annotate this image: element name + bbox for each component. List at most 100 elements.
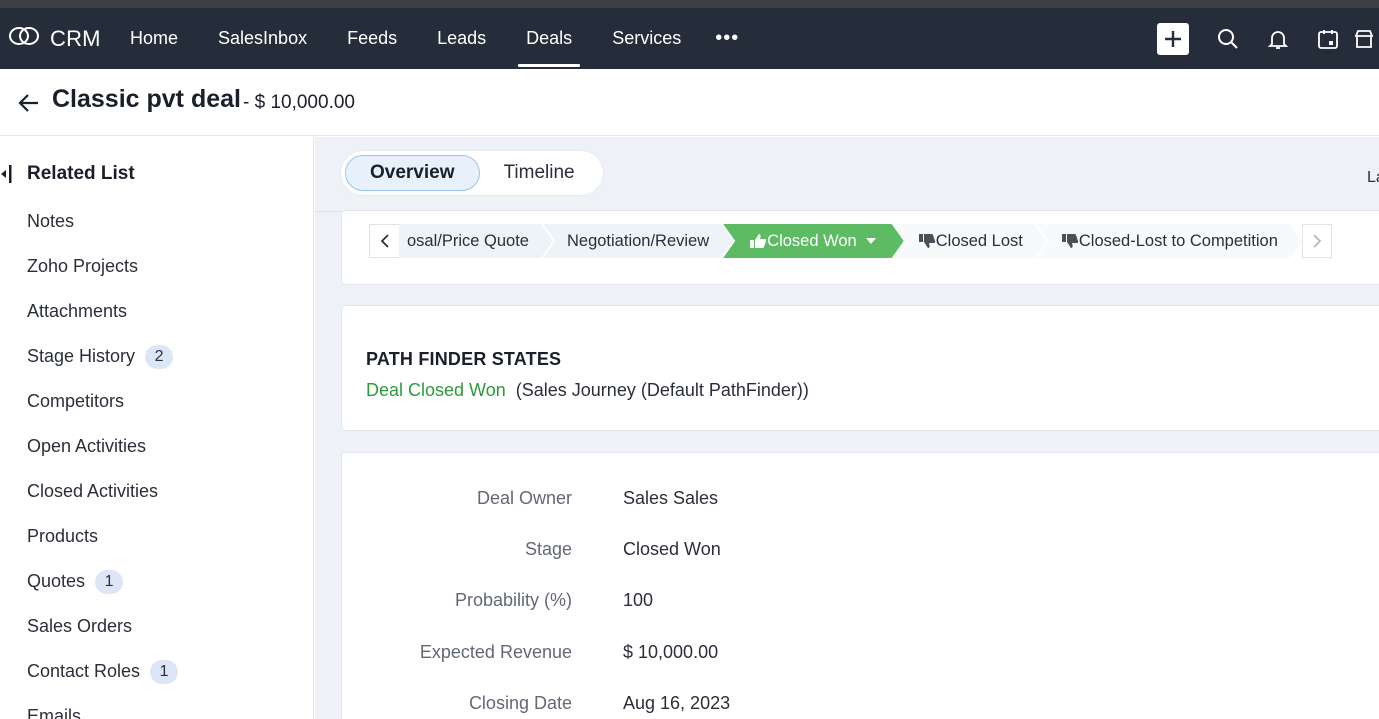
deal-details-card: Deal Owner Sales Sales Stage Closed Won Prob… — [341, 452, 1379, 719]
stage-closed-lost-to-competition[interactable]: Closed-Lost to Competition — [1037, 224, 1302, 258]
sidebar-item-label: Sales Orders — [27, 616, 133, 636]
sidebar-item-label: Attachments — [27, 301, 128, 321]
sidebar-item-products[interactable]: Products — [27, 514, 178, 559]
sidebar-item-closed-activities[interactable]: Closed Activities — [27, 469, 178, 514]
back-arrow-icon — [18, 94, 38, 112]
stage-closed-lost[interactable]: Closed Lost — [894, 224, 1047, 258]
sidebar-item-zoho-projects[interactable]: Zoho Projects — [27, 244, 178, 289]
related-list-header: Related List — [0, 161, 135, 187]
calendar-button[interactable] — [1303, 8, 1353, 69]
related-list-sidebar: Related List Notes Zoho Projects Attachmen… — [0, 137, 314, 719]
collapse-icon — [1, 165, 12, 183]
window-top-strip — [0, 0, 1379, 8]
tab-overview[interactable]: Overview — [345, 155, 480, 191]
collapse-sidebar-button[interactable] — [0, 163, 14, 185]
sidebar-item-emails[interactable]: Emails — [27, 694, 178, 719]
field-label: Deal Owner — [476, 488, 572, 508]
nav-item-deals[interactable]: Deals — [506, 8, 592, 69]
stage-osal-price-quote[interactable]: osal/Price Quote — [399, 224, 553, 258]
field-value[interactable]: Sales Sales — [623, 488, 718, 509]
plus-icon — [1165, 30, 1181, 47]
stage-label: Negotiation/Review — [566, 231, 710, 250]
record-header: Classic pvt deal - $ 10,000.00 — [0, 69, 1379, 136]
search-icon — [1218, 28, 1238, 49]
sidebar-item-label: Products — [27, 526, 99, 546]
stage-label: Closed-Lost to Competition — [1078, 231, 1278, 250]
sidebar-item-label: Closed Activities — [27, 481, 159, 501]
sidebar-item-attachments[interactable]: Attachments — [27, 289, 178, 334]
count-badge: 1 — [150, 659, 179, 684]
truncated-edge-text: La — [1367, 169, 1379, 186]
nav-item-services[interactable]: Services — [592, 8, 701, 69]
chevron-down-icon[interactable] — [866, 238, 876, 244]
sidebar-item-open-activities[interactable]: Open Activities — [27, 424, 178, 469]
sidebar-item-notes[interactable]: Notes — [27, 199, 178, 244]
pathfinder-state-line: Deal Closed Won (Sales Journey (Default … — [366, 380, 809, 401]
record-amount: - $ 10,000.00 — [243, 92, 355, 113]
field-value[interactable]: Closed Won — [623, 539, 721, 560]
sidebar-item-stage-history[interactable]: Stage History 2 — [27, 334, 178, 379]
field-row-deal-owner: Deal Owner Sales Sales — [342, 488, 1379, 518]
related-list-title: Related List — [27, 163, 135, 184]
count-badge: 1 — [95, 569, 124, 594]
stage-path: osal/Price Quote Negotiation/Review Closed… — [369, 224, 1332, 258]
marketplace-button[interactable] — [1353, 8, 1379, 69]
main-content: OverviewTimeline La osal/Price Quote Nego… — [315, 137, 1379, 719]
thumbs-down-icon — [1061, 233, 1079, 249]
nav-item-feeds[interactable]: Feeds — [327, 8, 417, 69]
nav-item-salesinbox[interactable]: SalesInbox — [198, 8, 327, 69]
sidebar-item-label: Stage History — [27, 346, 136, 366]
sidebar-item-label: Zoho Projects — [27, 256, 139, 276]
crm-logo[interactable]: CRM — [8, 8, 101, 69]
tabs-bar: OverviewTimeline La — [315, 137, 1379, 212]
stage-path-card: osal/Price Quote Negotiation/Review Closed… — [341, 210, 1379, 285]
field-row-probability: Probability (%) 100 — [342, 590, 1379, 620]
bell-icon — [1267, 30, 1289, 49]
field-label: Probability (%) — [454, 590, 572, 610]
chevron-left-icon — [380, 234, 389, 248]
sidebar-item-contact-roles[interactable]: Contact Roles 1 — [27, 649, 179, 694]
sidebar-item-sales-orders[interactable]: Sales Orders — [27, 604, 178, 649]
field-value[interactable]: 100 — [623, 590, 653, 611]
top-navbar: CRM Home SalesInbox Feeds Leads Deals Service… — [0, 8, 1379, 69]
stage-label: osal/Price Quote — [407, 231, 529, 250]
nav-more-button[interactable]: ••• — [701, 8, 753, 69]
nav-item-leads[interactable]: Leads — [417, 8, 506, 69]
sidebar-item-quotes[interactable]: Quotes 1 — [27, 559, 178, 604]
stage-closed-won[interactable]: Closed Won — [723, 224, 904, 258]
navbar-actions — [1157, 8, 1379, 69]
calendar-icon — [1318, 29, 1338, 49]
field-row-expected-revenue: Expected Revenue $ 10,000.00 — [342, 642, 1379, 672]
sidebar-item-label: Competitors — [27, 391, 125, 411]
count-badge: 2 — [145, 344, 174, 369]
crm-brand-text: CRM — [50, 25, 101, 51]
pathfinder-card: PATH FINDER STATES Deal Closed Won (Sale… — [341, 305, 1379, 431]
stage-label: Closed Won — [767, 231, 857, 250]
back-button[interactable] — [14, 88, 44, 118]
sidebar-item-competitors[interactable]: Competitors — [27, 379, 178, 424]
stage-negotiation-review[interactable]: Negotiation/Review — [543, 224, 733, 258]
pathfinder-title: PATH FINDER STATES — [366, 349, 562, 369]
stage-next-button[interactable] — [1301, 224, 1332, 258]
record-title: Classic pvt deal — [52, 85, 241, 113]
search-button[interactable] — [1203, 8, 1253, 69]
create-button[interactable] — [1157, 22, 1189, 55]
nav-item-home[interactable]: Home — [110, 8, 198, 69]
tab-timeline[interactable]: Timeline — [480, 155, 599, 191]
stage-prev-button[interactable] — [369, 224, 399, 258]
view-tabs: Overview Timeline — [341, 151, 603, 195]
field-value[interactable]: Aug 16, 2023 — [623, 693, 730, 714]
pathfinder-state[interactable]: Deal Closed Won — [366, 380, 506, 400]
stage-label: Closed Lost — [935, 231, 1023, 250]
field-label: Closing Date — [468, 693, 572, 713]
thumbs-down-icon — [918, 233, 936, 249]
chevron-right-icon — [1313, 234, 1322, 248]
sidebar-item-label: Emails — [27, 706, 82, 719]
notifications-button[interactable] — [1253, 8, 1303, 69]
sidebar-item-label: Quotes — [27, 571, 86, 591]
sidebar-item-label: Notes — [27, 211, 75, 231]
thumbs-up-icon — [749, 233, 767, 249]
field-value[interactable]: $ 10,000.00 — [623, 642, 718, 663]
field-row-closing-date: Closing Date Aug 16, 2023 — [342, 693, 1379, 719]
crm-logo-icon — [8, 25, 40, 52]
